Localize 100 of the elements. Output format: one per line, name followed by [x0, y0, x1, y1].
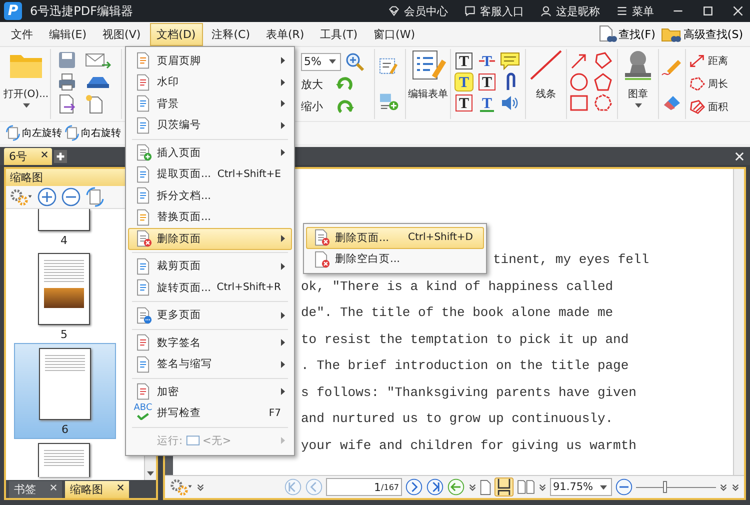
measure-tool-button[interactable]: 距离 [688, 52, 728, 69]
edit-form-button[interactable]: 编辑表单 [406, 49, 451, 119]
zoom-field[interactable]: 91.75% [550, 478, 612, 496]
close-tab-icon[interactable] [735, 152, 744, 160]
menu-item[interactable]: 加密 [128, 381, 292, 402]
find-button[interactable]: 查找(F) [594, 25, 658, 43]
menu-bar-item[interactable]: 窗口(W) [366, 22, 422, 46]
text-highlight-icon[interactable]: T [454, 72, 474, 92]
menu-item[interactable]: 替换页面... [128, 206, 292, 228]
menu-item[interactable]: 旋转页面... Ctrl+Shift+R [128, 277, 292, 298]
text-field-icon[interactable]: T [454, 92, 474, 112]
title-bar-link[interactable]: 菜单 [632, 4, 654, 18]
menu-item[interactable]: 数字签名 [128, 332, 292, 354]
keyboard-shortcut: F7 [268, 408, 281, 419]
maximize-icon[interactable] [702, 5, 714, 17]
menu-item[interactable]: 拆分文档... [128, 185, 292, 206]
close-icon[interactable] [117, 484, 124, 491]
panel-tab[interactable]: 缩略图 [65, 481, 129, 498]
menu-item[interactable]: 贝茨编号 [128, 114, 292, 136]
chevron-down-icon[interactable] [196, 482, 205, 492]
back-icon[interactable] [447, 478, 465, 496]
next-page-icon[interactable] [405, 478, 423, 496]
menu-item[interactable]: 删除空白页... [306, 248, 484, 270]
page-delete-icon [134, 230, 152, 248]
menu-item[interactable]: 删除页面... Ctrl+Shift+D [306, 227, 484, 248]
text-callout-icon[interactable]: T [477, 72, 497, 92]
menu-bar-item[interactable]: 视图(V) [96, 22, 148, 46]
measure-tool-button[interactable]: 面积 [688, 99, 728, 116]
zoom-out-icon[interactable] [61, 187, 81, 207]
line-tool-button[interactable]: 线条 [526, 49, 567, 119]
menu-item[interactable]: 签名与缩写 [128, 354, 292, 375]
polygon-tool-icon[interactable] [593, 50, 613, 70]
menu-bar-item[interactable]: 编辑(E) [42, 22, 94, 46]
continuous-page-icon[interactable] [494, 477, 514, 497]
panel-tab[interactable]: 书签 [9, 481, 62, 498]
menu-item[interactable]: 裁剪页面 [128, 256, 292, 277]
slider-thumb[interactable] [662, 481, 667, 493]
menu-bar-item[interactable]: 文件 [4, 22, 40, 46]
zoom-in-label[interactable]: 放大 [301, 76, 331, 92]
measure-tool-button[interactable]: 周长 [688, 76, 728, 92]
chevron-down-icon[interactable] [468, 482, 477, 492]
rectangle-tool-icon[interactable] [569, 92, 589, 112]
stamp-button[interactable]: 图章 [618, 49, 659, 119]
zoom-combo[interactable]: 5% [301, 52, 341, 70]
comment-icon[interactable] [500, 50, 520, 70]
cloud-tool-icon[interactable] [593, 92, 613, 112]
zoom-in-icon[interactable] [345, 52, 365, 72]
zoom-out-label[interactable]: 缩小 [301, 99, 331, 114]
text-box-icon[interactable]: T [454, 50, 474, 70]
circle-tool-icon[interactable] [569, 72, 589, 92]
diamond-icon[interactable] [388, 5, 400, 17]
menu-item[interactable]: 水印 [128, 72, 292, 93]
chat-icon[interactable] [464, 5, 476, 17]
new-document-icon[interactable] [85, 94, 105, 114]
menu-item[interactable]: 背景 [128, 93, 292, 114]
rotate-page-icon[interactable] [85, 187, 105, 207]
gear-icon[interactable] [169, 478, 193, 496]
menu-icon[interactable] [616, 5, 628, 17]
title-bar-link[interactable]: 这是昵称 [556, 4, 600, 18]
chevron-down-icon[interactable] [538, 482, 547, 492]
open-button[interactable]: 打开(O)... [2, 49, 51, 119]
chevron-down-icon[interactable] [719, 482, 728, 492]
scrollbar[interactable] [733, 169, 744, 475]
pentagon-tool-icon[interactable] [593, 72, 613, 92]
menu-item-label: 加密 [157, 384, 180, 399]
app-logo: P [4, 2, 22, 20]
menu-bar-item[interactable]: 工具(T) [313, 22, 365, 46]
single-page-icon[interactable] [480, 478, 491, 496]
document-export-icon[interactable] [57, 94, 77, 114]
zoom-in-icon[interactable] [37, 187, 57, 207]
two-page-icon[interactable] [517, 479, 535, 495]
menu-bar-item[interactable]: 注释(C) [204, 22, 257, 46]
page-thumbnail[interactable]: 4 [14, 209, 114, 249]
menu-item[interactable]: 页眉页脚 [128, 50, 292, 72]
title-bar-link[interactable]: 会员中心 [404, 4, 448, 18]
menu-bar-item[interactable]: 文档(D) [150, 22, 203, 46]
chevron-down-icon[interactable] [731, 482, 740, 492]
page-number-field[interactable]: 1/167 [326, 478, 402, 496]
gear-icon[interactable] [9, 188, 33, 206]
advanced-find-button[interactable]: 高级查找(S) [658, 25, 746, 43]
menu-item[interactable]: 插入页面 [128, 142, 292, 164]
close-icon[interactable] [41, 151, 48, 158]
printer-icon[interactable] [57, 72, 77, 92]
text-line: de″. The title of the book alone made me [301, 304, 614, 322]
title-bar-link[interactable]: 客服入口 [480, 4, 524, 18]
scroll-down-icon[interactable] [147, 471, 154, 476]
last-page-icon[interactable] [426, 478, 444, 496]
menu-item[interactable]: ABC 拼写检查 F7 [128, 402, 292, 424]
document-tab[interactable]: 6号 [4, 148, 52, 165]
zoom-out-icon[interactable] [615, 478, 633, 496]
save-icon[interactable] [57, 50, 77, 70]
selected-thumbnail[interactable]: 6 [14, 343, 116, 439]
menu-item[interactable]: 删除页面 [128, 228, 292, 250]
menu-item[interactable]: 更多页面 [128, 304, 292, 326]
menu-bar-item[interactable]: 表单(R) [258, 22, 312, 46]
user-icon[interactable] [540, 5, 552, 17]
new-tab-icon[interactable] [54, 150, 67, 162]
rotate-right-button[interactable]: 向右旋转 [63, 125, 122, 141]
rotate-left-button[interactable]: 向左旋转 [4, 125, 63, 141]
page-thumbnail[interactable]: 5 [14, 249, 114, 343]
